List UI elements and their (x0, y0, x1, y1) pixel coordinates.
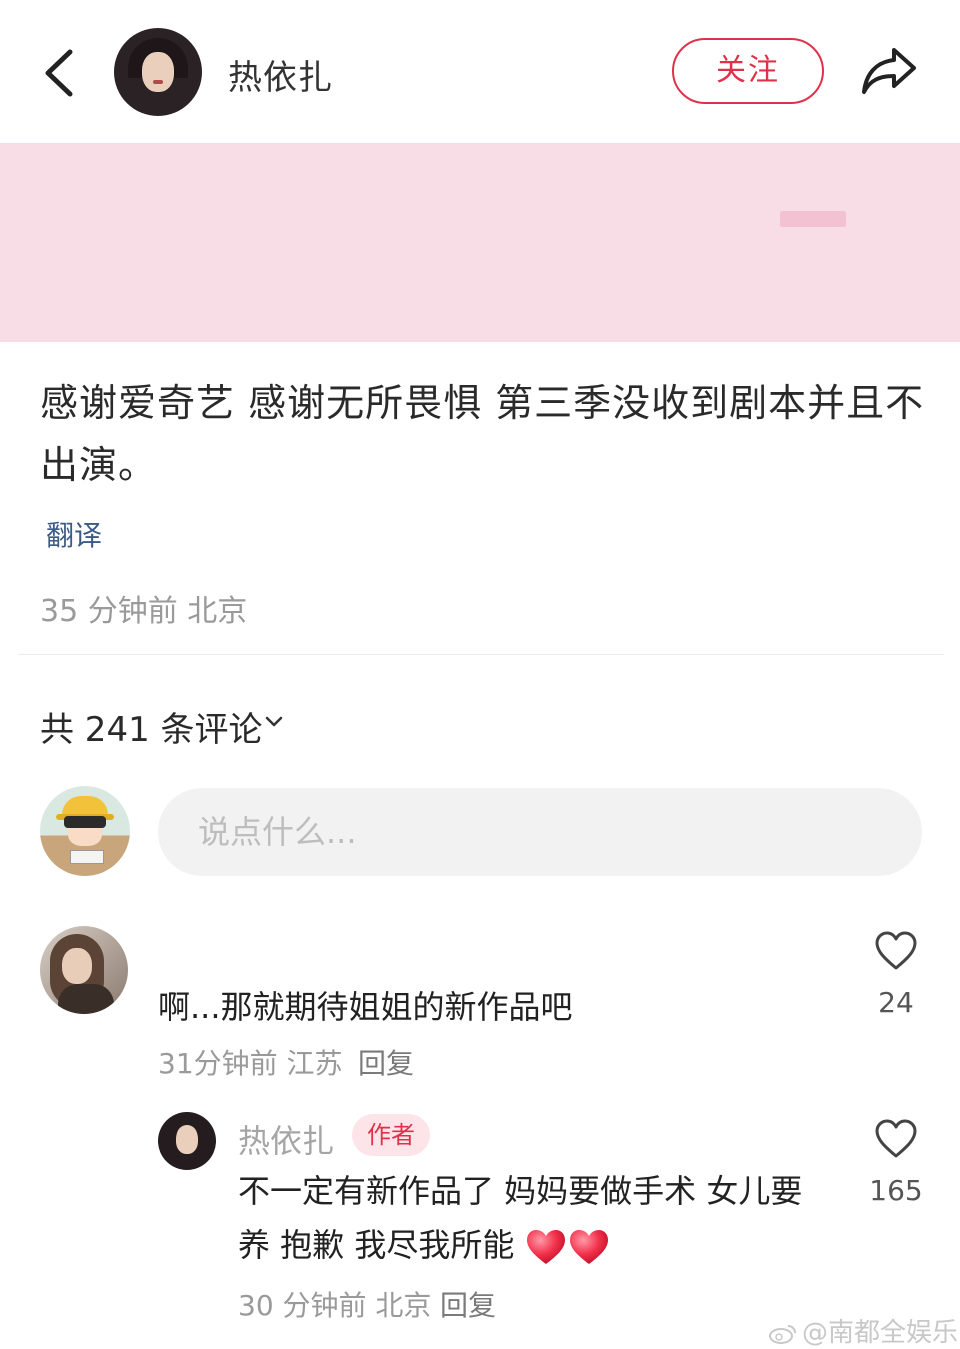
watermark: @南都全娱乐 (768, 1312, 958, 1349)
comment-text: 啊...那就期待姐姐的新作品吧 (158, 988, 573, 1026)
heart-icon[interactable] (874, 930, 918, 972)
heart-emoji-icon (526, 1230, 608, 1264)
post-media (0, 143, 960, 342)
comment-reply-button[interactable]: 回复 (358, 1042, 414, 1082)
current-user-avatar (40, 786, 130, 876)
divider (18, 654, 944, 655)
author-avatar[interactable] (114, 28, 202, 116)
author-username[interactable]: 热依扎 (228, 50, 333, 99)
watermark-text: @南都全娱乐 (802, 1318, 959, 1348)
comment-meta: 31分钟前 江苏 (158, 1047, 343, 1080)
comment-count[interactable]: 共 241 条评论 (40, 702, 263, 751)
reply-like-count: 165 (869, 1174, 923, 1207)
commenter-avatar[interactable] (40, 926, 128, 1014)
post-meta: 35 分钟前 北京 (40, 594, 248, 629)
chevron-left-icon[interactable] (38, 46, 82, 100)
reply-text: 不一定有新作品了 妈妈要做手术 女儿要养 抱歉 我尽我所能 (238, 1164, 818, 1272)
weibo-icon (769, 1325, 796, 1344)
translate-link[interactable]: 翻译 (46, 514, 102, 554)
reply-reply-button[interactable]: 回复 (440, 1284, 496, 1324)
reply-author-name[interactable]: 热依扎 (238, 1116, 334, 1162)
media-decoration (780, 211, 846, 227)
author-badge: 作者 (352, 1114, 430, 1156)
heart-icon[interactable] (874, 1118, 918, 1160)
reply-author-avatar[interactable] (158, 1112, 216, 1170)
share-arrow-icon[interactable] (860, 44, 918, 98)
post-text: 感谢爱奇艺 感谢无所畏惧 第三季没收到剧本并且不出演。 (40, 381, 925, 487)
reply-text-content: 不一定有新作品了 妈妈要做手术 女儿要养 抱歉 我尽我所能 (238, 1172, 803, 1264)
reply-meta: 30 分钟前 北京 (238, 1289, 432, 1322)
comment-like-count: 24 (878, 986, 914, 1019)
follow-button[interactable]: 关注 (672, 38, 824, 104)
chevron-down-icon[interactable] (264, 714, 284, 730)
comment-input[interactable] (158, 788, 922, 876)
